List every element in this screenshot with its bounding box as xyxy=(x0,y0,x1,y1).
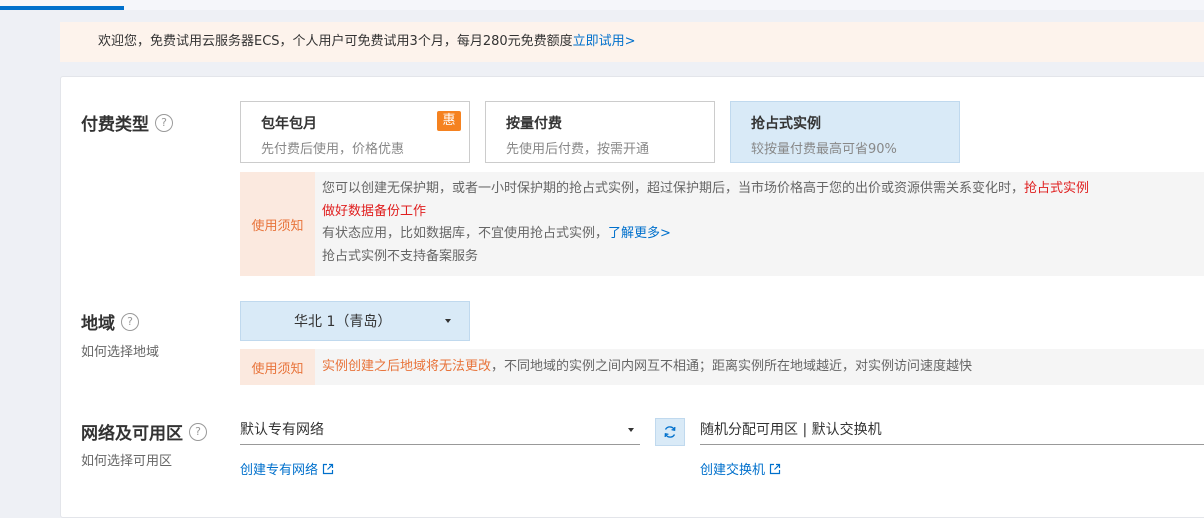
create-vpc-label: 创建专有网络 xyxy=(240,463,319,478)
active-tab-indicator xyxy=(0,6,124,10)
vpc-select[interactable]: 默认专有网络 xyxy=(240,415,640,445)
billing-type-title: 付费类型 ? xyxy=(81,110,173,135)
option-spot-instance[interactable]: 抢占式实例 较按量付费最高可省90% xyxy=(730,101,960,163)
region-notice: 使用须知 实例创建之后地域将无法更改，不同地域的实例之间内网互不相通；距离实例所… xyxy=(240,349,1204,385)
notice-line: 有状态应用，比如数据库，不宜使用抢占式实例， xyxy=(322,226,609,241)
learn-more-link[interactable]: 了解更多> xyxy=(608,226,671,241)
option-subscription[interactable]: 包年包月 先付费后使用，价格优惠 惠 xyxy=(240,101,470,163)
option-desc: 先付费后使用，价格优惠 xyxy=(261,142,405,157)
region-title: 地域 ? xyxy=(81,309,139,334)
notice-line: 您可以创建无保护期，或者一小时保护期的抢占式实例，超过保护期后，当市场价格高于您… xyxy=(322,181,1025,196)
create-vswitch-link[interactable]: 创建交换机 xyxy=(700,459,781,478)
vpc-value: 默认专有网络 xyxy=(240,422,324,438)
notice-body: 实例创建之后地域将无法更改，不同地域的实例之间内网互不相通；距离实例所在地域越近… xyxy=(322,356,1204,379)
option-desc: 先使用后付费，按需开通 xyxy=(506,142,650,157)
how-to-choose-region-link[interactable]: 如何选择地域 xyxy=(81,341,159,360)
refresh-icon xyxy=(664,426,676,438)
external-link-icon xyxy=(769,463,781,474)
notice-label: 使用须知 xyxy=(240,349,315,385)
network-zone-label: 网络及可用区 xyxy=(81,424,183,444)
help-icon[interactable]: ? xyxy=(189,422,207,441)
option-desc: 较按量付费最高可省90% xyxy=(751,142,897,157)
option-title: 按量付费 xyxy=(506,116,562,132)
notice-line: 抢占式实例不支持备案服务 xyxy=(322,248,479,264)
promo-text: 欢迎您，免费试用云服务器ECS，个人用户可免费试用3个月，每月280元免费额度 xyxy=(98,34,573,49)
spot-instance-notice: 使用须知 您可以创建无保护期，或者一小时保护期的抢占式实例，超过保护期后，当市场… xyxy=(240,172,1204,276)
option-title: 抢占式实例 xyxy=(751,116,821,132)
region-select[interactable]: 华北 1（青岛） xyxy=(240,301,470,341)
create-vswitch-label: 创建交换机 xyxy=(700,463,766,478)
help-icon[interactable]: ? xyxy=(121,312,139,331)
help-icon[interactable]: ? xyxy=(155,113,173,132)
chevron-down-icon xyxy=(445,319,451,323)
create-vpc-link[interactable]: 创建专有网络 xyxy=(240,459,334,478)
network-zone-title: 网络及可用区 ? xyxy=(81,419,207,444)
notice-warning: 实例创建之后地域将无法更改 xyxy=(322,359,492,374)
notice-warning: 抢占式实例 xyxy=(1024,181,1090,196)
option-pay-as-you-go[interactable]: 按量付费 先使用后付费，按需开通 xyxy=(485,101,715,163)
zone-value: 随机分配可用区 | 默认交换机 xyxy=(700,422,882,438)
top-tab-strip xyxy=(0,0,1204,10)
notice-line: ，不同地域的实例之间内网互不相通；距离实例所在地域越近，对实例访问速度越快 xyxy=(491,359,973,374)
refresh-button[interactable] xyxy=(655,418,685,446)
region-value: 华北 1（青岛） xyxy=(294,314,392,330)
notice-warning: 做好数据备份工作 xyxy=(322,203,427,219)
try-now-link[interactable]: 立即试用> xyxy=(573,34,636,49)
billing-type-label: 付费类型 xyxy=(81,115,149,135)
promo-banner: 欢迎您，免费试用云服务器ECS，个人用户可免费试用3个月，每月280元免费额度立… xyxy=(60,22,1204,62)
zone-switch-select[interactable]: 随机分配可用区 | 默认交换机 xyxy=(700,415,1204,445)
discount-badge: 惠 xyxy=(437,111,461,131)
notice-body: 您可以创建无保护期，或者一小时保护期的抢占式实例，超过保护期后，当市场价格高于您… xyxy=(322,178,1204,268)
notice-label: 使用须知 xyxy=(240,172,315,276)
external-link-icon xyxy=(322,463,334,474)
how-to-choose-zone-link[interactable]: 如何选择可用区 xyxy=(81,450,172,469)
region-label: 地域 xyxy=(81,314,115,334)
chevron-down-icon xyxy=(628,428,634,432)
